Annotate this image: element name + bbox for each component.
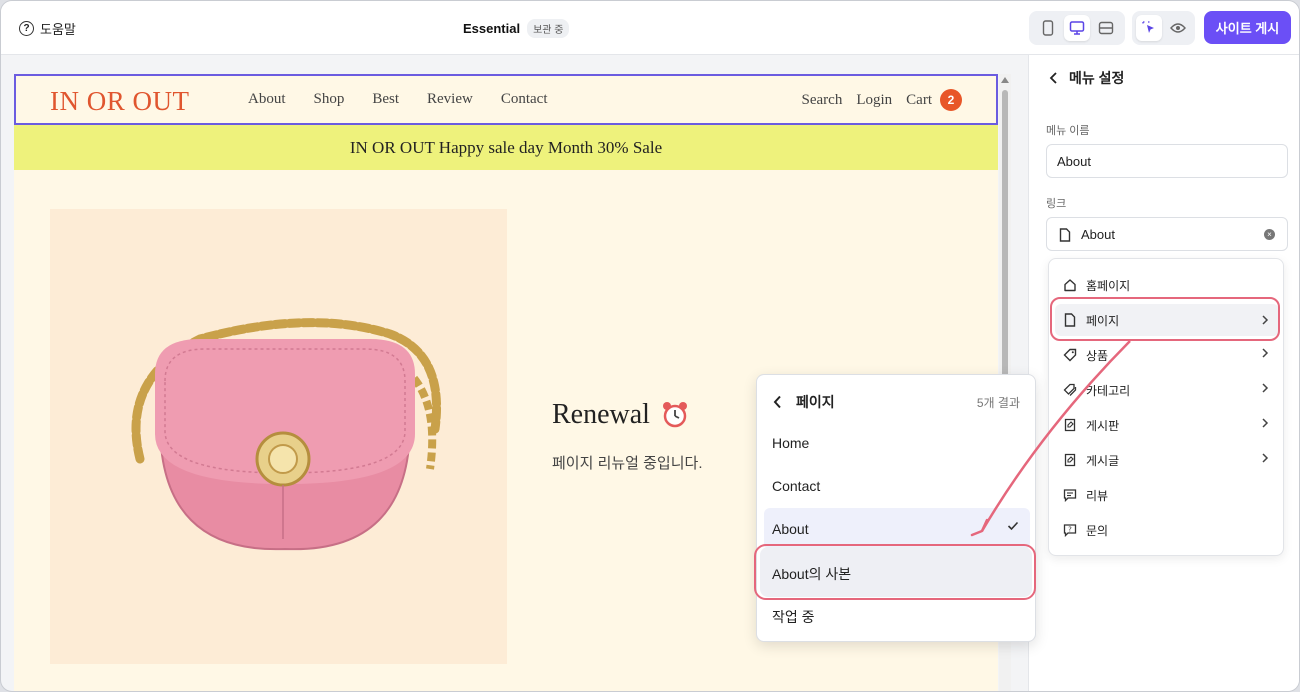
menu-name-input[interactable]: About xyxy=(1046,144,1288,178)
page-icon xyxy=(1059,228,1071,242)
page-option-home[interactable]: Home xyxy=(772,435,809,451)
link-type-post[interactable]: 게시글 xyxy=(1063,448,1271,472)
link-type-label: 상품 xyxy=(1086,348,1109,363)
editor-window: ? 도움말 Essential 보관 중 사이트 게시 IN OR OUT Ab… xyxy=(0,0,1300,692)
site-nav-right: Search Login Cart 2 xyxy=(788,89,962,111)
mobile-icon xyxy=(1042,20,1053,36)
link-type-product[interactable]: 상품 xyxy=(1063,343,1271,367)
scroll-up-arrow[interactable] xyxy=(1001,77,1009,83)
sale-banner[interactable]: IN OR OUT Happy sale day Month 30% Sale xyxy=(14,125,998,170)
panel-header: 메뉴 설정 xyxy=(1049,68,1124,88)
alarm-clock-icon xyxy=(662,402,687,428)
link-type-home[interactable]: 홈페이지 xyxy=(1063,273,1271,297)
tool-toggle-group xyxy=(1132,11,1195,45)
clear-link-icon[interactable]: × xyxy=(1264,229,1275,240)
panel-title: 메뉴 설정 xyxy=(1069,70,1125,86)
site-title-area: Essential 보관 중 xyxy=(463,19,570,38)
back-arrow-icon[interactable] xyxy=(1049,72,1059,84)
page-dropdown-header: 페이지 xyxy=(773,392,835,412)
desktop-view-button[interactable] xyxy=(1063,15,1090,41)
renewal-title: Renewal xyxy=(552,399,650,430)
site-logo[interactable]: IN OR OUT xyxy=(50,86,190,117)
nav-cart[interactable]: Cart xyxy=(906,92,932,109)
product-image[interactable] xyxy=(50,209,507,664)
cursor-select-icon xyxy=(1142,21,1155,33)
question-icon: ? xyxy=(19,21,34,36)
tag-icon xyxy=(1063,348,1077,362)
page-option-highlight-ring xyxy=(1050,297,1280,341)
link-value: About xyxy=(1081,226,1115,242)
link-type-label: 문의 xyxy=(1086,523,1109,538)
eye-icon xyxy=(1169,23,1186,33)
nav-shop[interactable]: Shop xyxy=(314,91,345,108)
fullwidth-view-button[interactable] xyxy=(1093,15,1119,41)
chevron-right-icon xyxy=(1262,383,1269,393)
link-label: 링크 xyxy=(1046,198,1067,210)
site-nav: About Shop Best Review Contact xyxy=(248,91,576,108)
page-option-wip[interactable]: 작업 중 xyxy=(772,607,815,627)
link-type-board[interactable]: 게시판 xyxy=(1063,413,1271,437)
renewal-heading[interactable]: Renewal xyxy=(552,399,690,431)
post-icon xyxy=(1064,453,1076,467)
page-option-contact[interactable]: Contact xyxy=(772,478,820,494)
help-label: 도움말 xyxy=(40,22,76,37)
back-arrow-icon[interactable] xyxy=(773,395,782,409)
chevron-right-icon xyxy=(1262,348,1269,358)
check-icon xyxy=(1007,521,1019,531)
site-title: Essential xyxy=(463,21,521,36)
renewal-subtitle[interactable]: 페이지 리뉴얼 중입니다. xyxy=(552,452,703,473)
page-option-about[interactable]: About xyxy=(772,521,809,537)
link-type-review[interactable]: 리뷰 xyxy=(1063,483,1271,507)
nav-search[interactable]: Search xyxy=(802,92,843,109)
top-bar: ? 도움말 Essential 보관 중 사이트 게시 xyxy=(1,1,1299,55)
link-type-label: 게시글 xyxy=(1086,453,1120,468)
link-type-label: 카테고리 xyxy=(1086,383,1131,398)
preview-button[interactable] xyxy=(1165,15,1191,41)
nav-login[interactable]: Login xyxy=(856,92,892,109)
nav-about[interactable]: About xyxy=(248,91,286,108)
nav-review[interactable]: Review xyxy=(427,91,473,108)
link-type-label: 홈페이지 xyxy=(1086,278,1131,293)
nav-best[interactable]: Best xyxy=(372,91,399,108)
expand-width-icon xyxy=(1099,21,1114,35)
mobile-view-button[interactable] xyxy=(1035,15,1061,41)
help-button[interactable]: ? 도움말 xyxy=(19,19,76,38)
pink-bag-illustration xyxy=(131,318,442,551)
board-icon xyxy=(1064,418,1076,432)
link-select[interactable]: About × xyxy=(1046,217,1288,251)
link-type-label: 리뷰 xyxy=(1086,488,1109,503)
scroll-thumb[interactable] xyxy=(1002,90,1008,420)
cart-count-badge: 2 xyxy=(940,89,962,111)
link-type-inquiry[interactable]: ? 문의 xyxy=(1063,518,1271,542)
link-type-label: 게시판 xyxy=(1086,418,1120,433)
tags-icon xyxy=(1063,383,1077,396)
home-icon xyxy=(1064,279,1076,292)
page-dropdown-title: 페이지 xyxy=(796,394,835,410)
device-toggle-group xyxy=(1029,11,1125,45)
about-copy-highlight-ring xyxy=(754,544,1036,600)
review-icon xyxy=(1063,489,1077,502)
publish-button[interactable]: 사이트 게시 xyxy=(1204,11,1291,44)
svg-text:?: ? xyxy=(1068,526,1072,534)
save-status-badge: 보관 중 xyxy=(527,19,570,38)
nav-contact[interactable]: Contact xyxy=(501,91,548,108)
result-count: 5개 결과 xyxy=(976,396,1020,410)
inquiry-icon: ? xyxy=(1063,524,1077,537)
desktop-icon xyxy=(1069,21,1085,35)
site-header[interactable]: IN OR OUT About Shop Best Review Contact… xyxy=(14,74,998,125)
menu-name-label: 메뉴 이름 xyxy=(1046,125,1090,137)
page-select-dropdown: 페이지 5개 결과 Home Contact About About의 사본 작… xyxy=(756,374,1036,642)
link-type-category[interactable]: 카테고리 xyxy=(1063,378,1271,402)
select-tool-button[interactable] xyxy=(1136,15,1163,41)
chevron-right-icon xyxy=(1262,418,1269,428)
chevron-right-icon xyxy=(1262,453,1269,463)
